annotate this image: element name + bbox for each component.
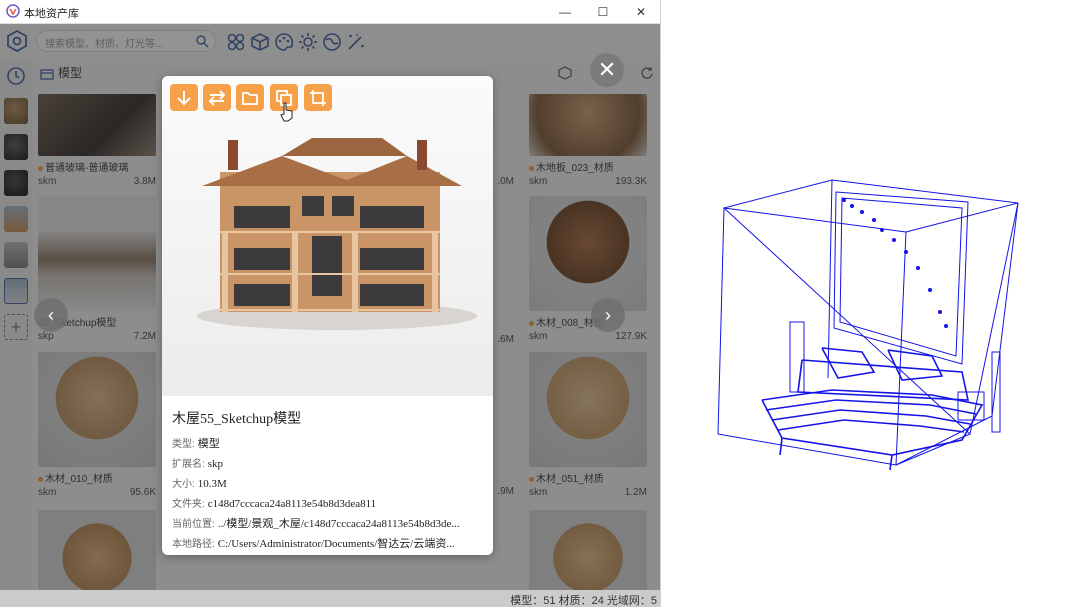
info-location: 当前位置: ../模型/景观_木屋/c148d7cccaca24a8113e54b…: [172, 518, 460, 530]
crop-icon: [310, 89, 326, 106]
minimize-button[interactable]: —: [546, 0, 584, 24]
bedroom-wireframe-model: [717, 179, 1019, 471]
crop-button[interactable]: [304, 84, 332, 111]
wireframe-viewport: [662, 0, 1079, 607]
download-button[interactable]: [170, 84, 198, 111]
next-asset-button[interactable]: ›: [591, 298, 625, 332]
house-model-render: [197, 138, 477, 330]
asset-library-window: 本地资产库 — ☐ ✕ 搜索模型、材质、灯光等...: [0, 0, 661, 607]
window-close-button[interactable]: ✕: [622, 0, 660, 24]
asset-detail-modal: 木屋55_Sketchup模型 类型: 模型 扩展名: skp 大小: 10.3M 文…: [162, 76, 493, 555]
info-local-path: 本地路径: C:/Users/Administrator/Documents/智达…: [172, 538, 455, 550]
modal-close-button[interactable]: ✕: [590, 53, 624, 87]
info-folder: 文件夹: c148d7cccaca24a8113e54b8d3dea811: [172, 498, 377, 510]
info-size: 大小: 10.3M: [172, 478, 227, 490]
asset-info: 木屋55_Sketchup模型 类型: 模型 扩展名: skp 大小: 10.3M 文…: [172, 408, 487, 554]
status-counts: 模型：51 材质：24 光域网：5: [510, 595, 657, 607]
asset-preview-image: [162, 76, 493, 396]
swap-arrows-icon: [208, 89, 226, 106]
info-extension: 扩展名: skp: [172, 458, 224, 470]
app-logo-icon: [6, 4, 20, 18]
status-bar: 模型：51 材质：24 光域网：5: [0, 590, 660, 607]
folder-icon: [242, 91, 258, 105]
maximize-button[interactable]: ☐: [584, 0, 622, 24]
mouse-cursor-icon: [280, 102, 293, 122]
swap-button[interactable]: [203, 84, 231, 111]
open-folder-button[interactable]: [236, 84, 264, 111]
download-arrow-icon: [177, 90, 191, 105]
window-title: 本地资产库: [24, 8, 79, 20]
title-bar: 本地资产库 — ☐ ✕: [0, 0, 660, 24]
asset-title: 木屋55_Sketchup模型: [172, 412, 302, 427]
info-type: 类型: 模型: [172, 438, 220, 450]
previous-asset-button[interactable]: ‹: [34, 298, 68, 332]
